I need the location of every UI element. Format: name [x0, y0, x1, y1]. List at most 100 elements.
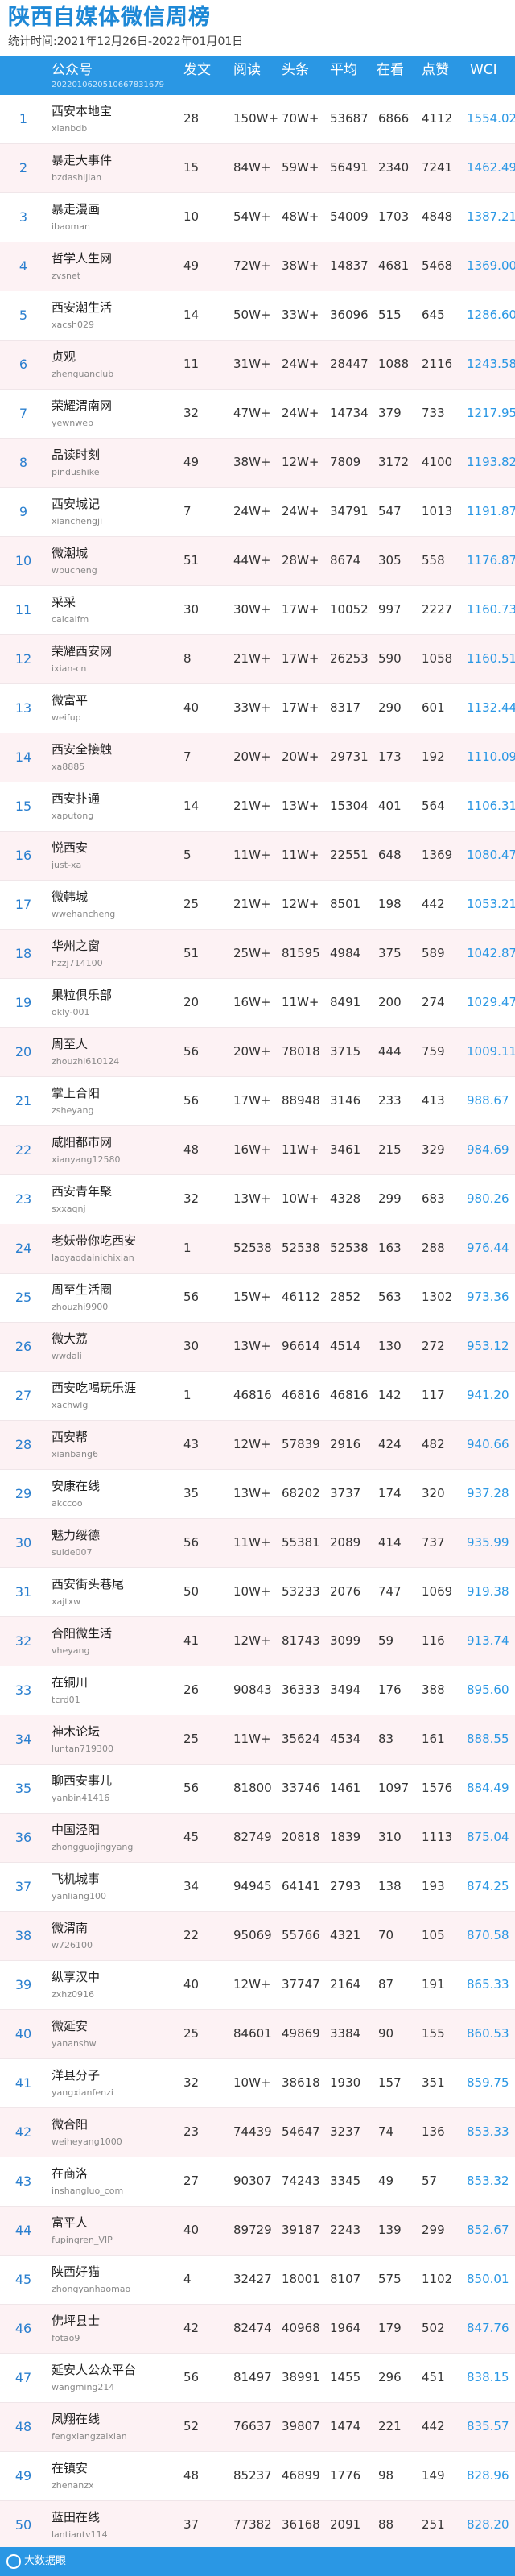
table-row[interactable]: 38 微渭南 w726100 22 95069 55766 4321 70 105 870.58: [0, 1912, 515, 1961]
ranking-table: 1 西安本地宝 xianbdb 28 150W+ 70W+ 53687 6866 4112 155…: [0, 95, 515, 2550]
table-row[interactable]: 37 飞机城事 yanliang100 34 94945 64141 2793 138 193 8…: [0, 1863, 515, 1912]
table-row[interactable]: 26 微大荔 wwdali 30 13W+ 96614 4514 130 272 953.12: [0, 1323, 515, 1372]
table-row[interactable]: 49 在镇安 zhenanzx 48 85237 46899 1776 98 149 828.96: [0, 2452, 515, 2501]
table-row[interactable]: 41 洋县分子 yangxianfenzi 32 10W+ 38618 1930 157 351…: [0, 2059, 515, 2108]
table-row[interactable]: 44 富平人 fupingren_VIP 40 89729 39187 2243 139 299…: [0, 2207, 515, 2256]
table-row[interactable]: 22 咸阳都市网 xianyang12580 48 16W+ 11W+ 3461 215 329…: [0, 1126, 515, 1175]
table-row[interactable]: 16 悦西安 just-xa 5 11W+ 11W+ 22551 648 1369 1080.47: [0, 832, 515, 881]
column-header-top[interactable]: 头条: [282, 61, 309, 79]
table-row[interactable]: 21 掌上合阳 zsheyang 56 17W+ 88948 3146 233 413 988.6…: [0, 1077, 515, 1126]
cell-likes: 288: [422, 1241, 445, 1255]
column-header-account[interactable]: 公众号: [52, 61, 93, 79]
table-row[interactable]: 40 微延安 yananshw 25 84601 49869 3384 90 155 860.53: [0, 2010, 515, 2059]
cell-account-name: 西安街头巷尾: [52, 1577, 125, 1591]
cell-posts: 40: [183, 1977, 200, 1992]
table-row[interactable]: 13 微富平 weifup 40 33W+ 17W+ 8317 290 601 1132.44: [0, 684, 515, 733]
column-header-avg[interactable]: 平均: [330, 61, 357, 79]
table-row[interactable]: 27 西安吃喝玩乐涯 xachwlg 1 46816 46816 46816 142 117 94…: [0, 1372, 515, 1421]
cell-rank: 20: [14, 1044, 32, 1059]
cell-likes: 733: [422, 406, 445, 420]
cell-wci: 1106.31: [467, 799, 515, 813]
cell-reads: 81497: [233, 2370, 272, 2384]
cell-avg: 3237: [330, 2124, 361, 2139]
table-row[interactable]: 29 安康在线 akccoo 35 13W+ 68202 3737 174 320 937.28: [0, 1470, 515, 1519]
table-row[interactable]: 19 果粒俱乐部 okly-001 20 16W+ 11W+ 8491 200 274 1029.…: [0, 979, 515, 1028]
table-row[interactable]: 6 贞观 zhenguanclub 11 31W+ 24W+ 28447 1088 2116 12…: [0, 341, 515, 390]
cell-wci: 937.28: [467, 1486, 509, 1501]
table-row[interactable]: 18 华州之窗 hzzj714100 51 25W+ 81595 4984 375 589 104…: [0, 930, 515, 979]
table-row[interactable]: 46 佛坪县士 fotao9 42 82474 40968 1964 179 502 847.76: [0, 2305, 515, 2354]
table-row[interactable]: 7 荣耀渭南网 yewnweb 32 47W+ 24W+ 14734 379 733 1217.9…: [0, 390, 515, 439]
table-row[interactable]: 17 微韩城 wwehancheng 25 21W+ 12W+ 8501 198 442 1053…: [0, 881, 515, 930]
cell-watch: 198: [378, 897, 402, 911]
table-row[interactable]: 25 周至生活圈 zhouzhi9900 56 15W+ 46112 2852 563 1302…: [0, 1274, 515, 1323]
cell-watch: 215: [378, 1142, 402, 1157]
cell-wci: 874.25: [467, 1879, 509, 1893]
table-row[interactable]: 8 品读时刻 pindushike 49 38W+ 12W+ 7809 3172 4100 119…: [0, 439, 515, 488]
table-row[interactable]: 34 神木论坛 luntan719300 25 11W+ 35624 4534 83 161 88…: [0, 1715, 515, 1765]
cell-top: 88948: [282, 1093, 320, 1108]
cell-account-name: 悦西安: [52, 840, 89, 855]
table-row[interactable]: 24 老妖带你吃西安 laoyaodainichixian 1 52538 52538 52…: [0, 1224, 515, 1274]
cell-account-name: 贞观: [52, 349, 76, 364]
cell-rank: 29: [14, 1486, 32, 1501]
cell-avg: 3494: [330, 1682, 361, 1697]
cell-posts: 1: [183, 1388, 192, 1402]
table-row[interactable]: 50 蓝田在线 lantiantv114 37 77382 36168 2091 88 251 8…: [0, 2501, 515, 2550]
cell-account-id: lantiantv114: [52, 2529, 108, 2540]
cell-likes: 5468: [422, 258, 453, 273]
column-header-reads[interactable]: 阅读: [233, 61, 261, 79]
table-row[interactable]: 1 西安本地宝 xianbdb 28 150W+ 70W+ 53687 6866 4112 155…: [0, 95, 515, 144]
table-row[interactable]: 28 西安帮 xianbang6 43 12W+ 57839 2916 424 482 940.6…: [0, 1421, 515, 1470]
table-row[interactable]: 47 延安人公众平台 wangming214 56 81497 38991 1455 296 4…: [0, 2354, 515, 2403]
table-row[interactable]: 45 陕西好猫 zhongyanhaomao 4 32427 18001 8107 575 11…: [0, 2256, 515, 2305]
table-row[interactable]: 35 聊西安事儿 yanbin41416 56 81800 33746 1461 1097 15…: [0, 1765, 515, 1814]
cell-reads: 54W+: [233, 209, 271, 224]
cell-account-id: caicaifm: [52, 614, 89, 625]
cell-likes: 1013: [422, 504, 453, 518]
cell-account-name: 西安扑通: [52, 791, 101, 806]
table-row[interactable]: 23 西安青年聚 sxxaqnj 32 13W+ 10W+ 4328 299 683 980.26: [0, 1175, 515, 1224]
cell-reads: 11W+: [233, 1535, 271, 1550]
table-row[interactable]: 9 西安城记 xianchengji 7 24W+ 24W+ 34791 547 1013 119…: [0, 488, 515, 537]
cell-wci: 1462.49: [467, 160, 515, 175]
cell-wci: 1080.47: [467, 848, 515, 862]
table-row[interactable]: 14 西安全接触 xa8885 7 20W+ 20W+ 29731 173 192 1110.09: [0, 733, 515, 782]
column-header-likes[interactable]: 点赞: [422, 61, 449, 79]
cell-wci: 1243.58: [467, 357, 515, 371]
cell-watch: 2340: [378, 160, 410, 175]
table-row[interactable]: 36 中国泾阳 zhongguojingyang 45 82749 20818 1839 31…: [0, 1814, 515, 1863]
table-row[interactable]: 42 微合阳 weiheyang1000 23 74439 54647 3237 74 136 8…: [0, 2108, 515, 2157]
table-row[interactable]: 31 西安街头巷尾 xajtxw 50 10W+ 53233 2076 747 1069 919.…: [0, 1568, 515, 1617]
cell-account-id: zhouzhi9900: [52, 1302, 109, 1312]
table-row[interactable]: 5 西安潮生活 xacsh029 14 50W+ 33W+ 36096 515 645 1286.…: [0, 291, 515, 341]
cell-watch: 98: [378, 2468, 394, 2483]
cell-top: 24W+: [282, 406, 319, 420]
column-header-wci[interactable]: WCI: [470, 61, 497, 79]
column-header-posts[interactable]: 发文: [183, 61, 211, 79]
table-row[interactable]: 32 合阳微生活 vheyang 41 12W+ 81743 3099 59 116 913.74: [0, 1617, 515, 1666]
cell-account-name: 富平人: [52, 2215, 89, 2230]
cell-avg: 34791: [330, 504, 369, 518]
table-row[interactable]: 39 纵享汉中 zxhz0916 40 12W+ 37747 2164 87 191 865.33: [0, 1961, 515, 2010]
cell-rank: 43: [14, 2174, 32, 2189]
table-row[interactable]: 15 西安扑通 xaputong 14 21W+ 13W+ 15304 401 564 1106.…: [0, 782, 515, 832]
cell-likes: 413: [422, 1093, 445, 1108]
table-row[interactable]: 4 哲学人生网 zvsnet 49 72W+ 38W+ 14837 4681 5468 1369.…: [0, 242, 515, 291]
table-row[interactable]: 3 暴走漫画 ibaoman 10 54W+ 48W+ 54009 1703 4848 1387.…: [0, 193, 515, 242]
cell-reads: 38W+: [233, 455, 271, 469]
table-row[interactable]: 10 微潮城 wpucheng 51 44W+ 28W+ 8674 305 558 1176.87: [0, 537, 515, 586]
table-row[interactable]: 48 凤翔在线 fengxiangzaixian 52 76637 39807 1474 22…: [0, 2403, 515, 2452]
table-row[interactable]: 43 在商洛 inshangluo_com 27 90307 74243 3345 49 57 8…: [0, 2157, 515, 2207]
cell-account-name: 纵享汉中: [52, 1970, 101, 1984]
cell-rank: 15: [14, 799, 32, 814]
table-row[interactable]: 11 采采 caicaifm 30 30W+ 17W+ 10052 997 2227 1160.7…: [0, 586, 515, 635]
table-row[interactable]: 20 周至人 zhouzhi610124 56 20W+ 78018 3715 444 759 1…: [0, 1028, 515, 1077]
table-row[interactable]: 33 在铜川 tcrd01 26 90843 36333 3494 176 388 895.60: [0, 1666, 515, 1715]
cell-watch: 221: [378, 2419, 402, 2434]
table-row[interactable]: 2 暴走大事件 bzdashijian 15 84W+ 59W+ 56491 2340 7241…: [0, 144, 515, 193]
column-header-watch[interactable]: 在看: [377, 61, 404, 79]
table-row[interactable]: 30 魅力绥德 suide007 56 11W+ 55381 2089 414 737 935.9…: [0, 1519, 515, 1568]
table-row[interactable]: 12 荣耀西安网 ixian-cn 8 21W+ 17W+ 26253 590 1058 1160…: [0, 635, 515, 684]
cell-likes: 7241: [422, 160, 453, 175]
